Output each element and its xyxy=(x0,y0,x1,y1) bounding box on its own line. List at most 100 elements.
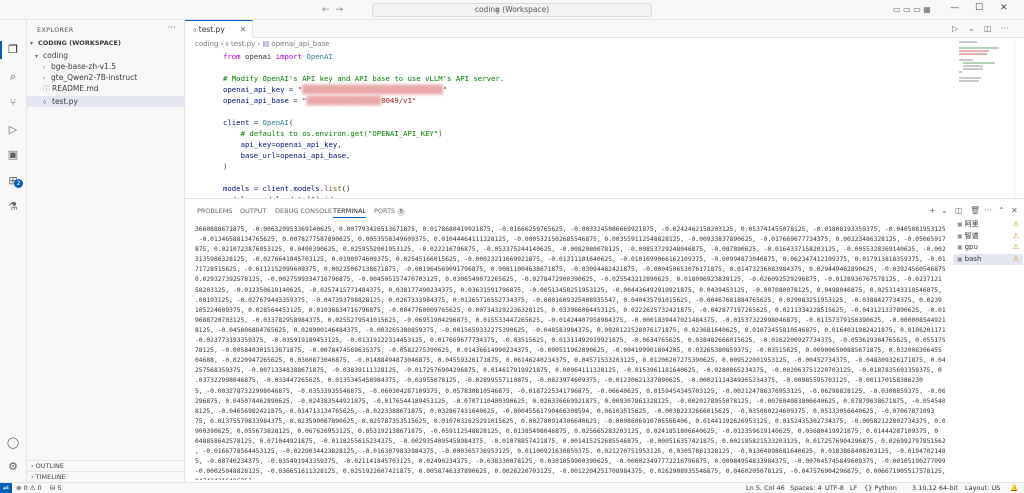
terminal-line: .037322998046875, -0.0334472656​25, 0.01… xyxy=(195,377,923,385)
terminal-line: 8125, -0.04656982421875, 0.0147131347656… xyxy=(195,407,935,415)
terminal-instance[interactable]: ▣ 智谱 ⚠ xyxy=(953,231,1023,243)
terminal-icon: ▣ xyxy=(957,255,965,263)
notifications-icon[interactable]: 🔔 xyxy=(1010,483,1018,493)
breadcrumb-symbol[interactable]: openai_api_base xyxy=(271,40,329,48)
problems-status[interactable]: ⊗ 0 ⚠ 0 xyxy=(16,483,42,493)
cursor-position[interactable]: Ln 5, Col 46 xyxy=(746,483,785,493)
redacted-text: ████████████████████████████████ xyxy=(302,84,443,95)
code-line: models = client.models.list() xyxy=(185,183,955,194)
tree-item-gte[interactable]: › gte_Qwen2-7B-instruct xyxy=(27,72,185,83)
tab-test-py[interactable]: ⬨ test.py ✕ xyxy=(185,20,253,38)
run-debug-icon[interactable]: ▷ xyxy=(6,123,20,137)
tree-item-testpy[interactable]: ⬨ test.py xyxy=(27,96,185,107)
code-line: ) xyxy=(185,161,955,172)
tree-item-coding[interactable]: ▾ coding xyxy=(27,50,185,61)
tree-item-label: README.md xyxy=(52,84,99,93)
split-terminal-icon[interactable]: ◫ xyxy=(955,206,963,215)
layout-toggle-icons[interactable]: ▭ ▭ ▭ ▦ xyxy=(893,5,931,14)
terminal-dropdown-icon[interactable]: ⌄ xyxy=(941,206,948,215)
ports-status[interactable]: ⛁ 5 xyxy=(50,483,62,493)
breadcrumb-root[interactable]: coding xyxy=(195,40,218,48)
command-center-search[interactable]: ⌕ coding (Workspace) xyxy=(372,3,652,17)
code-line: base_url=openai_api_base, xyxy=(185,150,955,161)
tree-item-label: coding xyxy=(43,51,69,60)
breadcrumb-file[interactable]: test.py xyxy=(231,40,255,48)
editor-area: ⬨ test.py ✕ ▷ ⌄ ◫ ··· coding › ⬨ test.py… xyxy=(185,20,1024,204)
code-token: = xyxy=(284,85,298,94)
code-token: # defaults to os.environ.get("OPENAI_API… xyxy=(240,129,443,138)
run-python-icon[interactable]: ▷ xyxy=(952,24,958,33)
keyboard-layout[interactable]: Layout: US xyxy=(965,483,1000,493)
timeline-section[interactable]: › TIMELINE xyxy=(27,471,185,482)
kill-terminal-icon[interactable]: 🗑 xyxy=(970,206,980,215)
python-file-icon: ⬨ xyxy=(43,98,47,106)
close-tab-icon[interactable]: ✕ xyxy=(240,21,246,38)
code-token: api_key xyxy=(240,140,272,149)
python-file-icon: ⬨ xyxy=(225,40,229,48)
split-editor-icon[interactable]: ◫ xyxy=(984,24,992,33)
new-terminal-icon[interactable]: + xyxy=(929,206,936,215)
terminal-instance-label: gpu xyxy=(964,243,978,251)
editor-scrollbar[interactable] xyxy=(1014,39,1022,199)
terminal-instance[interactable]: ▣ 阿里 ⚠ xyxy=(953,219,1023,231)
maximize-icon[interactable]: ☐ xyxy=(975,3,983,13)
tree-item-readme[interactable]: ⓘ README.md xyxy=(27,83,185,94)
indentation[interactable]: Spaces: 4 xyxy=(790,483,822,493)
account-icon[interactable]: ◯ xyxy=(6,436,20,450)
code-token: openai_api_base xyxy=(223,96,289,105)
remote-explorer-icon[interactable]: ▣ xyxy=(6,148,20,162)
code-token: models xyxy=(223,184,250,193)
close-window-icon[interactable]: ✕ xyxy=(1000,3,1008,13)
nav-back-forward-icon[interactable]: ←→ xyxy=(322,5,349,15)
minimize-icon[interactable]: — xyxy=(950,3,959,13)
active-indicator xyxy=(0,41,2,59)
close-panel-icon[interactable]: ✕ xyxy=(1011,206,1018,215)
search-icon[interactable]: ⌕ xyxy=(6,70,20,84)
timeline-label: TIMELINE xyxy=(35,473,66,481)
tab-debug-console[interactable]: DEBUG CONSOLE xyxy=(275,207,332,215)
code-line: # defaults to os.environ.get("OPENAI_API… xyxy=(185,128,955,139)
explorer-icon[interactable]: ❐ xyxy=(6,43,20,57)
tab-output[interactable]: OUTPUT xyxy=(240,207,267,215)
workspace-section[interactable]: ▾ CODING (WORKSPACE) xyxy=(27,38,185,49)
remote-indicator-icon[interactable]: ⇌ xyxy=(0,483,12,493)
tab-terminal[interactable]: TERMINAL xyxy=(333,207,367,218)
outline-section[interactable]: › OUTLINE xyxy=(27,460,185,471)
code-token: 0049/v1" xyxy=(381,96,417,105)
title-bar: ←→ ⌕ coding (Workspace) ▭ ▭ ▭ ▦ — ☐ ✕ xyxy=(0,0,1024,20)
code-line: api_key=openai_api_key, xyxy=(185,139,955,150)
terminal-instance[interactable]: ▣ bash ⚠ xyxy=(953,253,1023,265)
encoding[interactable]: UTF-8 xyxy=(825,483,844,493)
code-token: , xyxy=(337,140,342,149)
terminal-line: 04742431640625] xyxy=(195,477,945,480)
error-count: 0 xyxy=(23,484,28,492)
tab-problems[interactable]: PROBLEMS xyxy=(197,207,232,215)
language-mode[interactable]: {} Python xyxy=(864,483,897,493)
code-line-text: # Modify OpenAI's API key and API base t… xyxy=(223,73,504,84)
python-interpreter[interactable]: 3.10.12 64-bit xyxy=(912,483,958,493)
terminal-instance[interactable]: ▣ gpu ⚠ xyxy=(953,242,1023,254)
terminal-output[interactable]: 3660888671875, -0.006320953369140625, 0.… xyxy=(195,225,945,480)
editor-more-icon[interactable]: ··· xyxy=(1001,24,1009,33)
terminal-line: 048858642578125, 0.0710449218​75, -0.011… xyxy=(195,437,945,445)
source-control-icon[interactable]: ⑂ xyxy=(6,96,20,110)
settings-gear-icon[interactable]: ⚙ xyxy=(6,460,20,474)
testing-icon[interactable]: ⚗ xyxy=(6,200,20,214)
tab-ports[interactable]: PORTS 5 xyxy=(374,207,406,216)
code-line-text: from openai import OpenAI xyxy=(223,51,333,62)
more-actions-icon[interactable]: ··· xyxy=(167,23,176,33)
chevron-down-icon: ▾ xyxy=(30,40,34,47)
tree-item-bge[interactable]: › bge-base-zh-v1.5 xyxy=(27,61,185,72)
minimap[interactable] xyxy=(957,39,1007,99)
ports-status-count: 5 xyxy=(57,484,62,492)
dropdown-icon[interactable]: ⌄ xyxy=(968,24,975,33)
code-token: = xyxy=(288,96,303,105)
panel-more-icon[interactable]: ··· xyxy=(984,206,992,215)
terminal-line: 58203125, -0.012350619140625, -0.0257415… xyxy=(195,286,945,294)
code-line-text: client = OpenAI( xyxy=(223,117,293,128)
search-icon: ⌕ xyxy=(495,6,499,14)
line-ending[interactable]: LF xyxy=(850,483,857,493)
tree-item-label: bge-base-zh-v1.5 xyxy=(51,62,116,71)
maximize-panel-icon[interactable]: ⌃ xyxy=(998,206,1005,215)
